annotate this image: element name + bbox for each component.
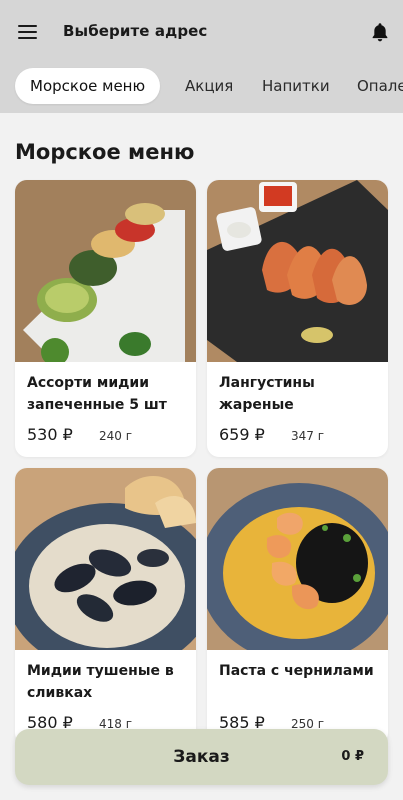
product-name: Лангустины жареные — [219, 375, 315, 413]
product-photo-mussels-assorted — [15, 180, 196, 362]
product-card[interactable]: Паста с чернилами 585 ₽ 250 г — [207, 468, 388, 745]
product-photo-squid-ink-pasta — [207, 468, 388, 650]
product-photo-mussels-cream — [15, 468, 196, 650]
product-name: Паста с чернилами — [219, 663, 374, 679]
top-bar: Выберите адрес Морское меню Акция Напитк… — [0, 0, 403, 113]
hamburger-menu-icon[interactable] — [18, 24, 38, 40]
product-weight: 240 г — [99, 429, 133, 443]
order-total: 0 ₽ — [341, 749, 364, 764]
bell-icon[interactable] — [369, 20, 391, 44]
product-weight: 347 г — [291, 429, 325, 443]
tab-seafood-menu[interactable]: Морское меню — [15, 68, 161, 104]
category-tabs: Морское меню Акция Напитки Опале — [0, 66, 403, 106]
tab-drinks[interactable]: Напитки — [262, 68, 330, 104]
product-name: Ассорти мидии запеченные 5 шт — [27, 375, 167, 413]
address-title[interactable]: Выберите адрес — [63, 22, 207, 40]
section-title: Морское меню — [15, 140, 195, 164]
product-name: Мидии тушеные в сливках — [27, 663, 174, 701]
product-price: 659 ₽ — [219, 425, 265, 444]
order-button[interactable]: Заказ 0 ₽ — [15, 729, 388, 785]
order-button-label: Заказ — [173, 747, 230, 767]
product-price: 530 ₽ — [27, 425, 73, 444]
tab-promo[interactable]: Акция — [185, 68, 233, 104]
product-card[interactable]: Ассорти мидии запеченные 5 шт 530 ₽ 240 … — [15, 180, 196, 457]
product-card[interactable]: Лангустины жареные 659 ₽ 347 г — [207, 180, 388, 457]
tab-opale[interactable]: Опале — [357, 68, 403, 104]
product-card[interactable]: Мидии тушеные в сливках 580 ₽ 418 г — [15, 468, 196, 745]
product-photo-langoustines — [207, 180, 388, 362]
